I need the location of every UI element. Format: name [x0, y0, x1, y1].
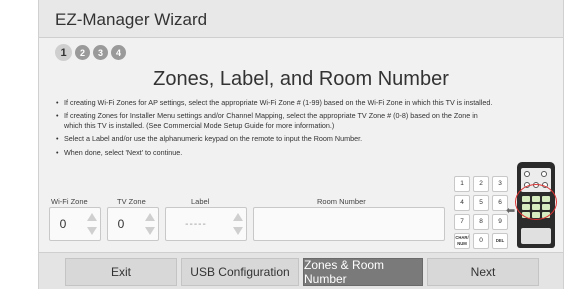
arrow-left-icon: ⬅ — [506, 205, 516, 217]
remote-lower-panel — [521, 228, 551, 244]
instruction-item: If creating Wi-Fi Zones for AP settings,… — [56, 98, 496, 108]
keypad-key: 0 — [473, 233, 489, 249]
label-field-label: Label — [191, 197, 210, 206]
title-bar: EZ-Manager Wizard — [39, 0, 563, 38]
keypad-key: DEL — [492, 233, 508, 249]
remote-button-icon — [524, 171, 530, 177]
instruction-item: When done, select 'Next' to continue. — [56, 148, 496, 158]
next-button[interactable]: Next — [427, 258, 539, 286]
wifi-zone-label: Wi-Fi Zone — [51, 197, 88, 206]
highlight-circle — [515, 184, 557, 220]
tv-zone-spinner[interactable]: 0 — [107, 207, 159, 241]
step-4: 4 — [111, 45, 126, 60]
usb-configuration-button[interactable]: USB Configuration — [181, 258, 299, 286]
spinner-up-icon[interactable] — [145, 213, 155, 221]
step-3: 3 — [93, 45, 108, 60]
step-indicator: 1 2 3 4 — [55, 44, 126, 61]
spinner-down-icon[interactable] — [87, 227, 97, 235]
wifi-zone-spinner[interactable]: 0 — [49, 207, 101, 241]
keypad-key: 5 — [473, 195, 489, 211]
room-number-input[interactable] — [253, 207, 445, 241]
label-value: ----- — [185, 218, 207, 230]
keypad-key: 2 — [473, 176, 489, 192]
keypad-key: 3 — [492, 176, 508, 192]
spinner-up-icon[interactable] — [87, 213, 97, 221]
step-2: 2 — [75, 45, 90, 60]
instructions-list: If creating Wi-Fi Zones for AP settings,… — [56, 98, 496, 161]
wifi-zone-value: 0 — [59, 217, 67, 231]
keypad-key: 4 — [454, 195, 470, 211]
tv-zone-value: 0 — [117, 217, 125, 231]
room-number-label: Room Number — [317, 197, 366, 206]
instruction-item: If creating Zones for Installer Menu set… — [56, 111, 496, 130]
exit-button[interactable]: Exit — [65, 258, 177, 286]
label-spinner[interactable]: ----- — [165, 207, 247, 241]
keypad-key: 8 — [473, 214, 489, 230]
window-title: EZ-Manager Wizard — [55, 10, 208, 29]
spinner-down-icon[interactable] — [233, 227, 243, 235]
keypad-key: 1 — [454, 176, 470, 192]
spinner-up-icon[interactable] — [233, 213, 243, 221]
zones-room-number-button[interactable]: Zones & Room Number — [303, 258, 423, 286]
keypad-key: CHAR/ NUM — [454, 233, 470, 249]
instruction-item: Select a Label and/or use the alphanumer… — [56, 134, 496, 144]
spinner-down-icon[interactable] — [145, 227, 155, 235]
remote-button-icon — [541, 171, 547, 177]
step-1: 1 — [55, 44, 72, 61]
keypad-key: 7 — [454, 214, 470, 230]
page-title: Zones, Label, and Room Number — [153, 68, 449, 90]
wizard-panel: EZ-Manager Wizard 1 2 3 4 Zones, Label, … — [38, 0, 564, 289]
tv-zone-label: TV Zone — [117, 197, 146, 206]
